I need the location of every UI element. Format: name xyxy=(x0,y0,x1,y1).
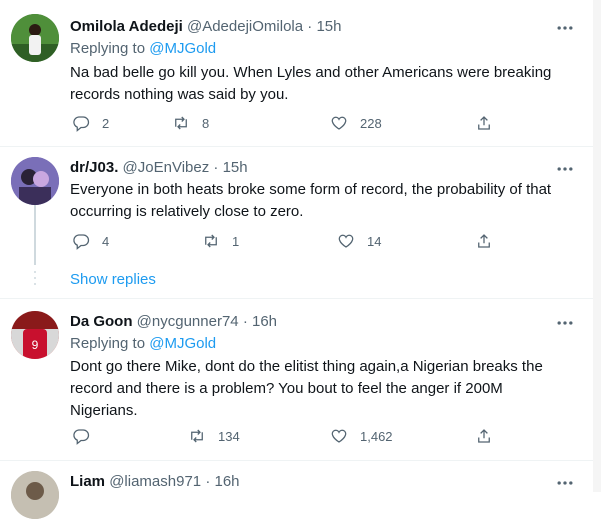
avatar[interactable]: 9 xyxy=(11,311,59,359)
reply-count: 4 xyxy=(102,233,110,249)
share-icon xyxy=(478,116,490,130)
reply-icon xyxy=(73,116,90,132)
timestamp[interactable]: 15h xyxy=(316,18,341,35)
tweet-3[interactable]: 9 Da Goon @nycgunner74 · 16h Replying to… xyxy=(0,299,593,460)
user-handle[interactable]: @JoEnVibez xyxy=(123,159,210,176)
replying-to-label: Replying to xyxy=(70,40,146,57)
reply-button[interactable] xyxy=(72,427,90,445)
user-handle[interactable]: @AdedejiOmilola xyxy=(187,18,303,35)
more-icon xyxy=(557,321,573,325)
tweet-text: Everyone in both heats broke some form o… xyxy=(70,181,552,220)
reply-icon xyxy=(73,234,90,250)
display-name[interactable]: Liam xyxy=(70,473,105,490)
tweet-1[interactable]: Omilola Adedeji @AdedejiOmilola · 15h Re… xyxy=(0,0,593,146)
display-name[interactable]: Da Goon xyxy=(70,313,133,330)
more-icon xyxy=(557,167,573,171)
display-name[interactable]: dr/J03. xyxy=(70,159,118,176)
avatar[interactable] xyxy=(11,157,59,205)
tweet-text: Dont go there Mike, dont do the elitist … xyxy=(70,358,543,419)
like-button[interactable]: 228 xyxy=(330,114,382,132)
avatar[interactable] xyxy=(11,471,59,519)
like-count: 14 xyxy=(367,233,382,249)
timestamp[interactable]: 15h xyxy=(223,159,248,176)
like-button[interactable]: 14 xyxy=(337,232,381,250)
reply-button[interactable]: 2 xyxy=(72,114,109,132)
thread-dots xyxy=(33,271,37,289)
more-button[interactable] xyxy=(555,159,575,179)
retweet-count: 1 xyxy=(232,233,240,249)
display-name[interactable]: Omilola Adedeji xyxy=(70,18,183,35)
user-handle[interactable]: @nycgunner74 xyxy=(137,313,239,330)
retweet-icon xyxy=(205,234,217,248)
retweet-icon xyxy=(191,429,203,443)
tweet-actions: 134 1,462 xyxy=(70,427,510,449)
timestamp[interactable]: 16h xyxy=(214,473,239,490)
retweet-button[interactable]: 8 xyxy=(172,114,209,132)
more-icon xyxy=(557,481,573,485)
retweet-count: 8 xyxy=(202,115,210,131)
more-button[interactable] xyxy=(555,18,575,38)
retweet-button[interactable]: 1 xyxy=(202,232,239,250)
replying-to-link[interactable]: @MJGold xyxy=(149,335,216,352)
reply-icon xyxy=(73,429,90,445)
show-replies-link[interactable]: Show replies xyxy=(70,271,156,288)
retweet-count: 134 xyxy=(218,428,240,444)
tweet-actions: 4 1 14 xyxy=(70,232,510,254)
reply-count: 2 xyxy=(102,115,110,131)
more-icon xyxy=(557,26,573,30)
replying-to-link[interactable]: @MJGold xyxy=(149,40,216,57)
user-handle[interactable]: @liamash971 xyxy=(109,473,201,490)
reply-button[interactable]: 4 xyxy=(72,232,109,250)
tweet-4[interactable]: Liam @liamash971 · 16h xyxy=(0,461,593,519)
more-button[interactable] xyxy=(555,313,575,333)
share-button[interactable] xyxy=(475,114,493,132)
replying-to-label: Replying to xyxy=(70,335,146,352)
separator: · xyxy=(205,473,211,490)
svg-text:9: 9 xyxy=(32,338,39,352)
share-button[interactable] xyxy=(475,427,493,445)
tweet-actions: 2 8 228 xyxy=(70,114,510,136)
like-count: 1,462 xyxy=(360,428,393,444)
tweet-text: Na bad belle go kill you. When Lyles and… xyxy=(70,64,552,103)
like-icon xyxy=(331,429,347,443)
scrollbar[interactable] xyxy=(593,0,601,492)
share-button[interactable] xyxy=(475,232,493,250)
share-icon xyxy=(478,234,490,248)
like-icon xyxy=(338,234,354,248)
separator: · xyxy=(242,313,248,330)
thread-line xyxy=(34,205,36,265)
share-icon xyxy=(478,429,490,443)
like-icon xyxy=(331,116,347,130)
like-button[interactable]: 1,462 xyxy=(330,427,393,445)
more-button[interactable] xyxy=(555,473,575,493)
tweet-2[interactable]: dr/J03. @JoEnVibez · 15h Everyone in bot… xyxy=(0,147,593,297)
retweet-icon xyxy=(175,116,187,130)
separator: · xyxy=(307,18,313,35)
separator: · xyxy=(213,159,219,176)
retweet-button[interactable]: 134 xyxy=(188,427,240,445)
avatar[interactable] xyxy=(11,14,59,62)
like-count: 228 xyxy=(360,115,382,131)
timestamp[interactable]: 16h xyxy=(252,313,277,330)
